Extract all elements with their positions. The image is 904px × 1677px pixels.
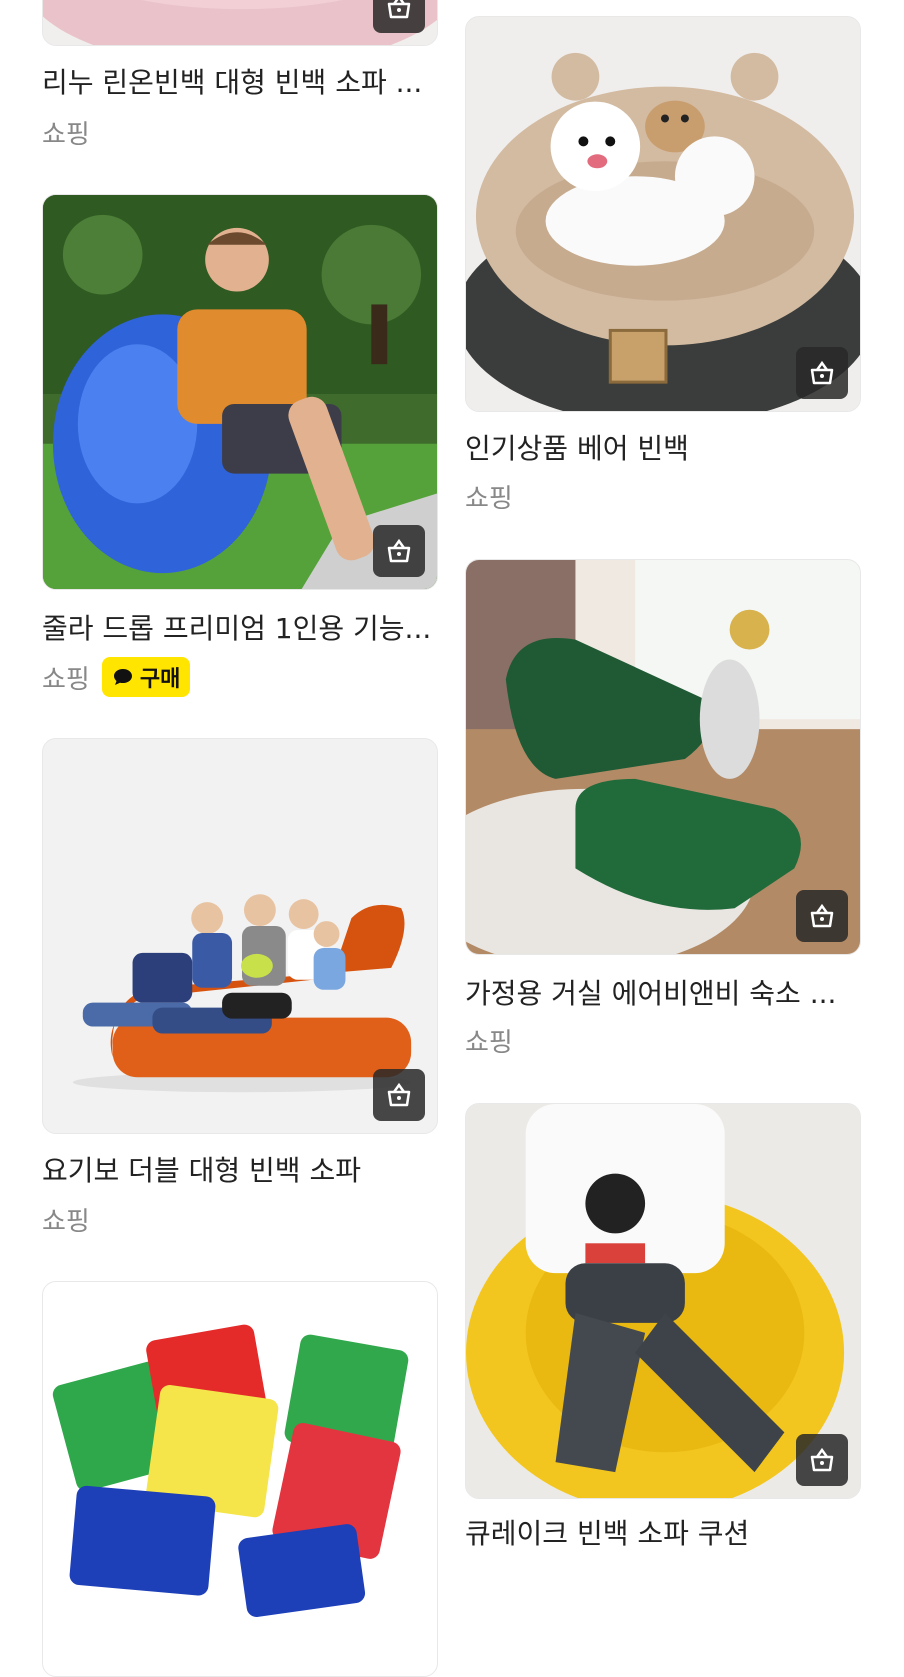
buy-badge[interactable]: 구매 [101,657,191,697]
product-meta: 쇼핑 [42,1199,90,1239]
product-meta: 쇼핑 [465,476,513,516]
product-image[interactable] [465,16,861,412]
product-title[interactable]: 큐레이크 빈백 소파 쿠션 [465,1517,861,1551]
shopping-bag-icon[interactable] [796,1434,848,1486]
shopping-bag-icon[interactable] [796,347,848,399]
product-meta: 쇼핑 [42,112,90,152]
product-image[interactable] [42,0,438,46]
product-title[interactable]: 요기보 더블 대형 빈백 소파 [42,1154,438,1188]
product-title[interactable]: 줄라 드롭 프리미엄 1인용 기능... [42,612,438,646]
product-image[interactable] [42,194,438,590]
buy-badge-label: 구매 [139,667,181,692]
product-image[interactable] [42,738,438,1134]
source-label: 쇼핑 [42,119,90,150]
speech-bubble-icon [113,669,132,685]
product-meta: 쇼핑 구매 [42,657,191,697]
product-image[interactable] [42,1281,438,1677]
source-label: 쇼핑 [42,1206,90,1237]
source-label: 쇼핑 [465,483,513,514]
shopping-bag-icon[interactable] [373,525,425,577]
source-label: 쇼핑 [465,1027,513,1058]
product-image[interactable] [465,559,861,955]
product-title[interactable]: 가정용 거실 에어비앤비 숙소 ... [465,977,861,1011]
product-image[interactable] [465,1103,861,1499]
shopping-bag-icon[interactable] [373,0,425,33]
shopping-bag-icon[interactable] [373,1069,425,1121]
product-meta: 쇼핑 [465,1020,513,1060]
product-title[interactable]: 인기상품 베어 빈백 [465,432,861,466]
product-title[interactable]: 리누 린온빈백 대형 빈백 소파 ... [42,66,438,100]
shopping-bag-icon[interactable] [796,890,848,942]
source-label: 쇼핑 [42,664,90,695]
